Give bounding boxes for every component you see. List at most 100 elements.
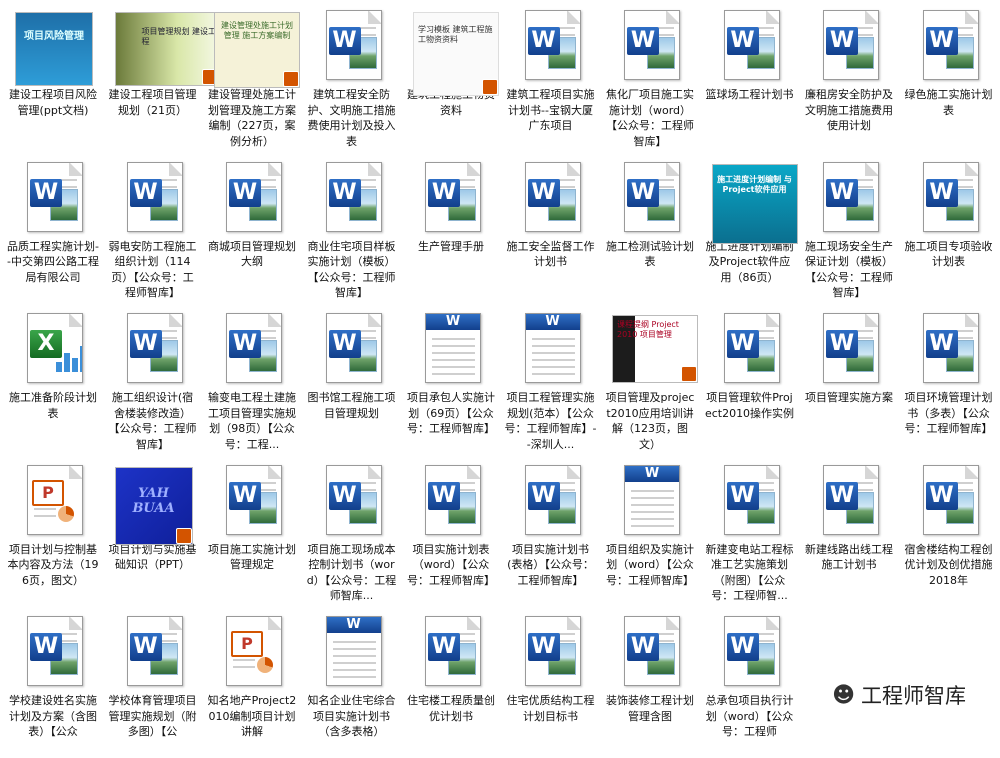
file-name: 建筑工程项目实施计划书--宝钢大厦广东项目: [506, 88, 595, 132]
file-item[interactable]: 项目管理规划 建设工程 建设工程项目管理规划（21页）: [105, 2, 219, 152]
slide-thumbnail: YAH BUAA: [113, 461, 193, 545]
word-document-icon: W: [511, 6, 591, 82]
file-item[interactable]: W 项目组织及实施计划（word）【公众号：工程师智库】: [602, 457, 698, 607]
file-item[interactable]: W 施工检测试验计划表: [602, 154, 698, 304]
file-item[interactable]: W 住宅楼工程质量创优计划书: [403, 608, 499, 758]
word-document-icon: W: [909, 309, 989, 385]
file-item[interactable]: W 项目实施计划表（word）【公众号：工程师智库】: [403, 457, 499, 607]
file-name: 项目管理及project2010应用培训讲解（123页，图文）: [605, 391, 695, 451]
file-item[interactable]: W 商业住宅项目样板实施计划（模板）【公众号：工程师智库】: [304, 154, 400, 304]
file-item[interactable]: 施工进度计划编制 与Project软件应用 施工进度计划编制及Project软件应…: [702, 154, 798, 304]
thumbnail-text: YAH BUAA: [132, 485, 175, 516]
file-name: 输变电工程土建施工项目管理实施规划（98页）【公众号：工程...: [208, 391, 296, 451]
file-name: 篮球场工程计划书: [705, 88, 794, 101]
word-document-icon: W: [13, 158, 93, 234]
file-name: 施工组织设计(宿舍楼装修改造）【公众号：工程师智库】: [108, 391, 197, 451]
file-name: 建筑工程安全防护、文明施工措施费使用计划及投入表: [307, 88, 396, 148]
file-name: 施工准备阶段计划表: [9, 391, 97, 420]
file-item[interactable]: W 知名企业住宅综合项目实施计划书（含多表格）: [304, 608, 400, 758]
file-item[interactable]: W 输变电工程土建施工项目管理实施规划（98页）【公众号：工程...: [204, 305, 300, 455]
file-item[interactable]: 项目风险管理 建设工程项目风险管理(ppt文档): [5, 2, 101, 152]
file-item[interactable]: W 项目施工现场成本控制计划书（word）【公众号：工程师智库...: [304, 457, 400, 607]
word-document-icon: W: [809, 309, 889, 385]
word-document-icon: W: [113, 309, 193, 385]
file-item[interactable]: W 新建变电站工程标准工艺实施策划（附图）【公众号：工程师智...: [702, 457, 798, 607]
file-name: 学校体育管理项目管理实施规划（附多图）【公: [108, 694, 197, 738]
slide-thumbnail: 学习模板 建筑工程施工物资资料: [411, 6, 499, 96]
file-item[interactable]: W 图书馆工程施工项目管理规划: [304, 305, 400, 455]
file-name: 图书馆工程施工项目管理规划: [307, 391, 396, 420]
file-item[interactable]: W 弱电安防工程施工组织计划（114页）【公众号：工程师智库】: [105, 154, 201, 304]
word-document-icon: W: [710, 461, 790, 537]
file-item[interactable]: W 项目管理实施方案: [801, 305, 897, 455]
file-item[interactable]: W 项目承包人实施计划（69页）【公众号：工程师智库】: [403, 305, 499, 455]
file-item[interactable]: W 住宅优质结构工程计划目标书: [503, 608, 599, 758]
file-item[interactable]: P 知名地产Project2010编制项目计划讲解: [204, 608, 300, 758]
file-name: 装饰装修工程计划管理含图: [606, 694, 694, 723]
file-item[interactable]: W 品质工程实施计划--中交第四公路工程局有限公司: [5, 154, 101, 304]
file-item[interactable]: 建设管理处施工计划管理 施工方案编制 建设管理处施工计划管理及施工方案编制（227…: [204, 2, 300, 152]
file-item[interactable]: W 生产管理手册: [403, 154, 499, 304]
file-item[interactable]: W 学校体育管理项目管理实施规划（附多图）【公: [105, 608, 201, 758]
file-name: 宿舍楼结构工程创优计划及创优措施2018年: [904, 542, 993, 587]
file-item[interactable]: W 建筑工程项目实施计划书--宝钢大厦广东项目: [503, 2, 599, 152]
file-item[interactable]: W 项目工程管理实施规划(范本）【公众号：工程师智库】--深圳人...: [503, 305, 599, 455]
word-document-icon: W: [212, 158, 292, 234]
file-item[interactable]: X 施工准备阶段计划表: [5, 305, 101, 455]
file-item[interactable]: W 施工安全监督工作计划书: [503, 154, 599, 304]
file-item[interactable]: YAH BUAA 项目计划与实施基础知识（PPT）: [105, 457, 201, 607]
slide-thumbnail: 课程提纲 Project 2010 项目管理: [610, 309, 698, 385]
word-document-icon: W: [610, 158, 690, 234]
powerpoint-document-icon: P: [212, 612, 292, 688]
file-item[interactable]: W 施工组织设计(宿舍楼装修改造）【公众号：工程师智库】: [105, 305, 201, 455]
word-document-icon: W: [212, 309, 292, 385]
file-item[interactable]: W 项目管理软件Project2010操作实例: [702, 305, 798, 455]
powerpoint-document-icon: P: [13, 461, 93, 537]
file-item[interactable]: W 宿舍楼结构工程创优计划及创优措施2018年: [901, 457, 997, 607]
file-name: 项目组织及实施计划（word）【公众号：工程师智库】: [606, 542, 694, 587]
file-item[interactable]: W 项目环境管理计划书（多表）【公众号：工程师智库】: [901, 305, 997, 455]
file-name: 项目管理实施方案: [805, 391, 893, 404]
word-document-icon: W: [710, 309, 790, 385]
file-item[interactable]: W 新建线路出线工程施工计划书: [801, 457, 897, 607]
file-item[interactable]: W 绿色施工实施计划表: [901, 2, 997, 152]
file-name: 项目工程管理实施规划(范本）【公众号：工程师智库】--深圳人...: [504, 391, 597, 451]
file-name: 项目计划与实施基础知识（PPT）: [108, 542, 197, 572]
word-document-icon: W: [610, 6, 690, 82]
word-document-icon: W: [13, 612, 93, 688]
file-name: 住宅楼工程质量创优计划书: [407, 694, 495, 723]
file-item[interactable]: W 廉租房安全防护及文明施工措施费用使用计划: [801, 2, 897, 152]
file-name: 弱电安防工程施工组织计划（114页）【公众号：工程师智库】: [108, 239, 197, 300]
file-item[interactable]: W 装饰装修工程计划管理含图: [602, 608, 698, 758]
file-item[interactable]: W 施工现场安全生产保证计划（模板）【公众号：工程师智库】: [801, 154, 897, 304]
word-document-icon: W: [511, 158, 591, 234]
file-item[interactable]: 学习模板 建筑工程施工物资资料建筑工程施工物资资料: [403, 2, 499, 152]
file-name: 施工现场安全生产保证计划（模板）【公众号：工程师智库】: [805, 239, 893, 300]
slide-thumbnail: 项目风险管理: [13, 6, 93, 86]
excel-document-icon: X: [13, 309, 93, 385]
word-document-icon: W: [909, 461, 989, 537]
file-item[interactable]: W 总承包项目执行计划（word）【公众号：工程师: [702, 608, 798, 758]
word-document-icon: W: [411, 612, 491, 688]
file-item[interactable]: W 篮球场工程计划书: [702, 2, 798, 152]
file-item[interactable]: 课程提纲 Project 2010 项目管理项目管理及project2010应用…: [602, 305, 698, 455]
thumbnail-text: 课程提纲 Project 2010 项目管理: [617, 320, 679, 339]
file-item[interactable]: W 项目实施计划书(表格）【公众号：工程师智库】: [503, 457, 599, 607]
file-item[interactable]: W 建筑工程安全防护、文明施工措施费使用计划及投入表: [304, 2, 400, 152]
file-item[interactable]: W 项目施工实施计划管理规定: [204, 457, 300, 607]
thumbnail-text: 学习模板 建筑工程施工物资资料: [418, 25, 493, 44]
word-document-icon: W: [909, 158, 989, 234]
file-name: 新建线路出线工程施工计划书: [805, 542, 893, 572]
word-document-icon: W: [411, 158, 491, 234]
file-grid: 项目风险管理 建设工程项目风险管理(ppt文档) 项目管理规划 建设工程 建设工程项目…: [5, 2, 1000, 742]
file-item[interactable]: W 施工项目专项验收计划表: [901, 154, 997, 304]
file-name: 生产管理手册: [418, 239, 484, 253]
word-document-icon: W: [312, 309, 392, 385]
file-item[interactable]: W 学校建设姓名实施计划及方案（含图表）【公众: [5, 608, 101, 758]
file-item[interactable]: P 项目计划与控制基本内容及方法（196页，图文）: [5, 457, 101, 607]
file-name: 项目环境管理计划书（多表）【公众号：工程师智库】: [904, 391, 993, 435]
file-item[interactable]: W 焦化厂项目施工实施计划（word）【公众号：工程师智库】: [602, 2, 698, 152]
word-document-icon: W: [113, 612, 193, 688]
word-document-icon: W: [710, 612, 790, 688]
file-item[interactable]: W 商城项目管理规划大纲: [204, 154, 300, 304]
